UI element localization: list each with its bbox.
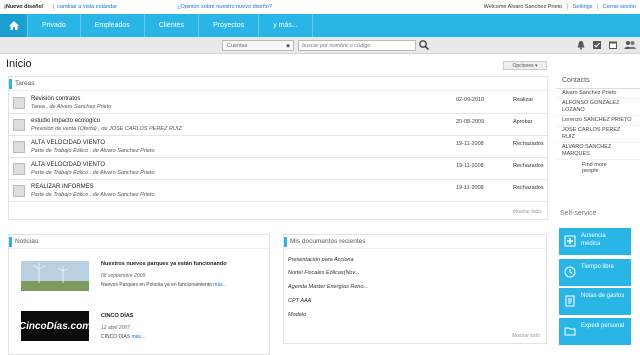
nav-item-proyectos[interactable]: Proyectos <box>199 14 260 37</box>
wind-farm-image[interactable] <box>21 261 89 291</box>
self-service-title: Self-service <box>560 210 597 217</box>
news-more-link[interactable]: más... <box>132 334 146 340</box>
folder-icon <box>564 327 576 336</box>
personal-file-button[interactable]: Expedi personal <box>559 318 631 345</box>
contact-item[interactable]: ALFONSO GONZALEZ LOZANO <box>556 99 640 116</box>
news-panel-title: Noticias <box>9 235 269 249</box>
show-all-documents-link[interactable]: Mostrar todo <box>512 333 540 339</box>
tasks-panel: Tareas Revisión contratos Tarea , de Alv… <box>8 76 549 220</box>
medical-icon <box>564 235 576 247</box>
avatar <box>13 97 25 109</box>
time-off-button[interactable]: Tiempo libre <box>559 259 631 286</box>
avatar <box>13 141 25 153</box>
nav-item-empleados[interactable]: Empleados <box>81 14 145 37</box>
welcome-text: Welcome Alvaro Sanchez Prieto <box>483 3 563 10</box>
avatar <box>13 185 25 197</box>
tasks-panel-title: Tareas <box>9 77 547 91</box>
search-toolbar: Cuentas ◆ buscar por nombre o código <box>0 37 640 54</box>
options-dropdown[interactable]: Opciones ▾ <box>503 61 547 70</box>
news-date: 12 abril 2007 <box>101 325 130 331</box>
document-link[interactable]: Presentación para Acciona <box>288 257 354 263</box>
task-row[interactable]: Revisión contratos Tarea , de Alvaro San… <box>9 93 549 114</box>
logout-link[interactable]: Cerrar sesión <box>603 4 636 10</box>
task-status: Aprobar <box>513 119 533 125</box>
document-link[interactable]: Modelo <box>288 312 306 318</box>
document-link[interactable]: Agenda Master Energías Reno... <box>288 284 368 290</box>
settings-link[interactable]: Settings <box>573 4 593 10</box>
chevron-down-icon: ◆ <box>286 43 290 49</box>
opinion-link[interactable]: ¿Opinión sobre nuestro nuevo diseño? <box>177 4 272 10</box>
recent-documents-panel: Mis documentos recientes Presentación pa… <box>283 234 547 344</box>
contact-item[interactable]: ALVARO SANCHEZ MARQUES <box>556 143 640 160</box>
medical-leave-button[interactable]: Ausencia médica <box>559 228 631 255</box>
page-title: Inicio <box>6 58 32 70</box>
expense-notes-button[interactable]: Notas de gastos <box>559 288 631 315</box>
news-date: 08 septiembre 2009 <box>101 273 146 279</box>
news-title[interactable]: CINCO DÍAS <box>101 313 133 319</box>
switch-view-link[interactable]: cambiar a vista estándar <box>57 4 117 10</box>
nav-item-privado[interactable]: Privado <box>28 14 81 37</box>
search-scope-select[interactable]: Cuentas ◆ <box>222 40 294 51</box>
task-row[interactable]: ALTA VELOCIDAD VIENTO Parte de Trabajo E… <box>9 137 549 158</box>
contacts-title: Contacts <box>556 73 640 89</box>
calendar-icon[interactable] <box>608 40 618 50</box>
task-row[interactable]: estudio impacto ecologico Previsión de v… <box>9 115 549 136</box>
search-input[interactable]: buscar por nombre o código <box>298 40 416 51</box>
task-status: Rechazados <box>513 163 544 169</box>
home-button[interactable] <box>0 14 28 37</box>
nav-item-more[interactable]: y más... <box>259 14 313 37</box>
task-status: Rechazados <box>513 141 544 147</box>
new-design-label: ¡Nuevo diseño! <box>4 3 44 10</box>
documents-panel-title: Mis documentos recientes <box>284 235 546 249</box>
checkbox-icon[interactable] <box>592 40 602 50</box>
document-link[interactable]: Nortel Fiscales Eólicas(Nov... <box>288 270 359 276</box>
main-nav: Privado Empleados Clientes Proyectos y m… <box>0 14 640 37</box>
avatar <box>13 163 25 175</box>
contacts-panel: Contacts Alvaro Sanchez Prieto ALFONSO G… <box>556 73 640 176</box>
search-icon[interactable] <box>418 39 430 51</box>
home-icon <box>8 21 19 30</box>
nav-item-clientes[interactable]: Clientes <box>145 14 200 37</box>
show-all-tasks-link[interactable]: Mostrar todo <box>513 209 541 215</box>
avatar <box>13 119 25 131</box>
document-icon <box>565 295 575 307</box>
top-bar: ¡Nuevo diseño! | cambiar a vista estánda… <box>0 0 640 13</box>
find-more-people-link[interactable]: Find more people <box>556 160 640 176</box>
task-status: Rechazados <box>513 185 544 191</box>
task-row[interactable]: REALIZAR INFORMES Parte de Trabajo Eólic… <box>9 181 549 202</box>
task-row[interactable]: ALTA VELOCIDAD VIENTO Parte de Trabajo E… <box>9 159 549 180</box>
news-more-link[interactable]: más... <box>213 282 227 288</box>
task-status: Realizar <box>513 97 534 103</box>
news-text: Nuevos Parques en Polonia ya en funciona… <box>101 282 212 288</box>
news-panel: Noticias Nuestros nuevos parques ya está… <box>8 234 270 355</box>
clock-icon <box>564 266 576 278</box>
document-link[interactable]: CPT AAA <box>288 298 311 304</box>
contact-item[interactable]: Lorenzo SANCHEZ PRIETO <box>556 116 640 126</box>
bell-icon[interactable] <box>576 40 586 50</box>
news-text: CINCO DÍAS <box>101 334 131 340</box>
cinco-dias-logo[interactable]: CincoDías.com <box>19 311 91 341</box>
news-title[interactable]: Nuestros nuevos parques ya están funcion… <box>101 261 227 267</box>
people-icon[interactable] <box>624 40 636 50</box>
contact-item[interactable]: Alvaro Sanchez Prieto <box>556 89 640 99</box>
contact-item[interactable]: JOSE CARLOS PEREZ RUIZ <box>556 126 640 143</box>
